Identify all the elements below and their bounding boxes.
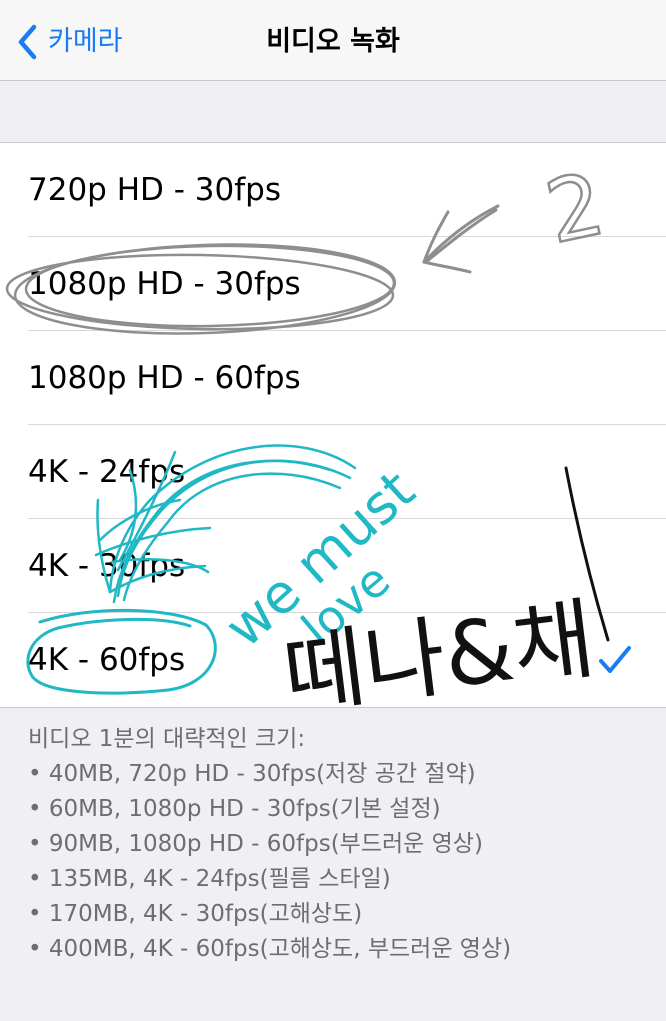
footer-list-item: • 135MB, 4K - 24fps(필름 스타일) — [28, 866, 391, 892]
option-4k-60fps[interactable]: 4K - 60fps — [0, 613, 666, 707]
option-1080p-60fps[interactable]: 1080p HD - 60fps — [0, 331, 666, 425]
checkmark-icon — [599, 646, 631, 673]
option-1080p-30fps[interactable]: 1080p HD - 30fps — [0, 237, 666, 331]
option-4k-30fps[interactable]: 4K - 30fps — [0, 519, 666, 613]
option-label: 4K - 30fps — [28, 548, 186, 584]
size-info-footer: 비디오 1분의 대략적인 크기: • 40MB, 720p HD - 30fps… — [28, 722, 648, 967]
navigation-bar: 카메라 비디오 녹화 — [0, 0, 666, 81]
footer-list-item: • 90MB, 1080p HD - 60fps(부드러운 영상) — [28, 831, 483, 857]
footer-list-item: • 60MB, 1080p HD - 30fps(기본 설정) — [28, 796, 441, 822]
option-label: 720p HD - 30fps — [28, 172, 281, 208]
option-label: 4K - 60fps — [28, 642, 186, 678]
footer-list-item: • 40MB, 720p HD - 30fps(저장 공간 절약) — [28, 761, 476, 787]
footer-heading: 비디오 1분의 대략적인 크기: — [28, 726, 306, 752]
option-label: 1080p HD - 30fps — [28, 266, 301, 302]
video-format-list: 720p HD - 30fps 1080p HD - 30fps 1080p H… — [0, 142, 666, 708]
page-title: 비디오 녹화 — [266, 26, 400, 57]
option-label: 4K - 24fps — [28, 454, 186, 490]
footer-list-item: • 400MB, 4K - 60fps(고해상도, 부드러운 영상) — [28, 936, 512, 962]
option-label: 1080p HD - 60fps — [28, 360, 301, 396]
option-720p-30fps[interactable]: 720p HD - 30fps — [0, 143, 666, 237]
footer-list-item: • 170MB, 4K - 30fps(고해상도) — [28, 901, 363, 927]
option-4k-24fps[interactable]: 4K - 24fps — [0, 425, 666, 519]
